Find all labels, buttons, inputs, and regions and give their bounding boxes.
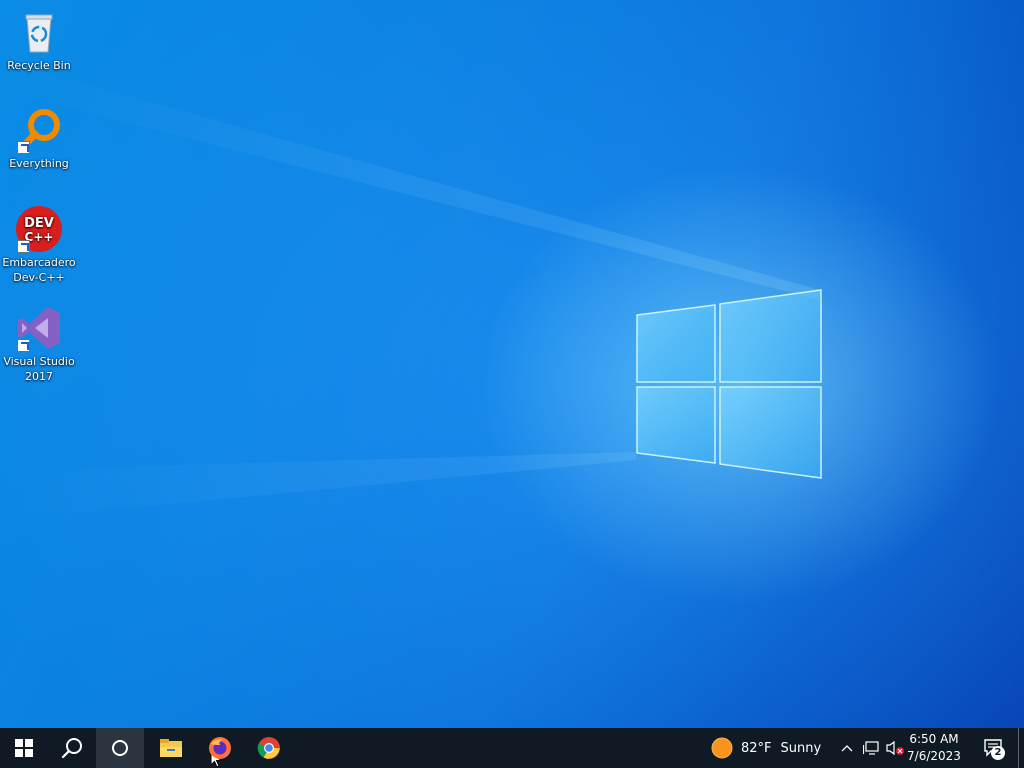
- start-button[interactable]: [0, 728, 48, 768]
- taskbar-firefox[interactable]: [196, 728, 244, 768]
- network-button[interactable]: [860, 728, 882, 768]
- desktop-icon-everything[interactable]: Everything: [0, 106, 78, 171]
- taskbar-file-explorer[interactable]: [147, 728, 195, 768]
- notifications-badge: 2: [991, 746, 1005, 760]
- weather-temp: 82°F: [741, 740, 772, 756]
- weather-widget[interactable]: 82°F Sunny: [706, 728, 830, 768]
- svg-text:DEV: DEV: [24, 216, 54, 231]
- desktop-icon-label: Everything: [9, 157, 69, 170]
- desktop-icon-visual-studio[interactable]: Visual Studio 2017: [0, 304, 78, 384]
- action-center-button[interactable]: 2: [974, 728, 1014, 768]
- search-icon: [61, 738, 82, 759]
- clock-time: 6:50 AM: [909, 732, 959, 746]
- weather-condition: Sunny: [780, 740, 822, 756]
- desktop[interactable]: Recycle Bin Everything DEV C++ Embarcade…: [0, 0, 1024, 728]
- desktop-icon-recycle-bin[interactable]: Recycle Bin: [0, 8, 78, 73]
- firefox-icon: [209, 737, 231, 759]
- recycle-bin-icon: [15, 8, 63, 56]
- visual-studio-icon: [15, 304, 63, 352]
- clock-date: 7/6/2023: [907, 749, 961, 763]
- network-icon: [863, 741, 879, 755]
- dev-cpp-icon: DEV C++: [15, 205, 63, 253]
- everything-search-icon: [15, 106, 63, 154]
- show-desktop-button[interactable]: [1018, 728, 1024, 768]
- windows-logo-wallpaper: [636, 289, 822, 479]
- desktop-icon-label: Embarcadero Dev-C++: [2, 256, 76, 284]
- show-hidden-icons-button[interactable]: [838, 728, 856, 768]
- desktop-icon-label: Visual Studio 2017: [3, 355, 75, 383]
- shortcut-arrow-icon: [17, 141, 30, 154]
- search-button[interactable]: [48, 728, 96, 768]
- desktop-icon-label: Recycle Bin: [7, 59, 71, 72]
- desktop-icon-dev-cpp[interactable]: DEV C++ Embarcadero Dev-C++: [0, 205, 78, 285]
- cortana-button[interactable]: [96, 728, 222, 768]
- cortana-icon: [112, 740, 128, 756]
- clock[interactable]: 6:50 AM 7/6/2023: [902, 731, 966, 765]
- taskbar: 82°F Sunny 6:50 AM 7/6/2023 2: [0, 728, 1024, 768]
- file-explorer-icon: [160, 739, 182, 757]
- windows-start-icon: [15, 739, 33, 757]
- chrome-icon: [257, 737, 280, 759]
- shortcut-arrow-icon: [17, 339, 30, 352]
- taskbar-chrome[interactable]: [245, 728, 293, 768]
- wallpaper-light-beams: [0, 60, 822, 520]
- shortcut-arrow-icon: [17, 240, 30, 253]
- sun-icon: [711, 737, 733, 759]
- chevron-up-icon: [841, 745, 853, 752]
